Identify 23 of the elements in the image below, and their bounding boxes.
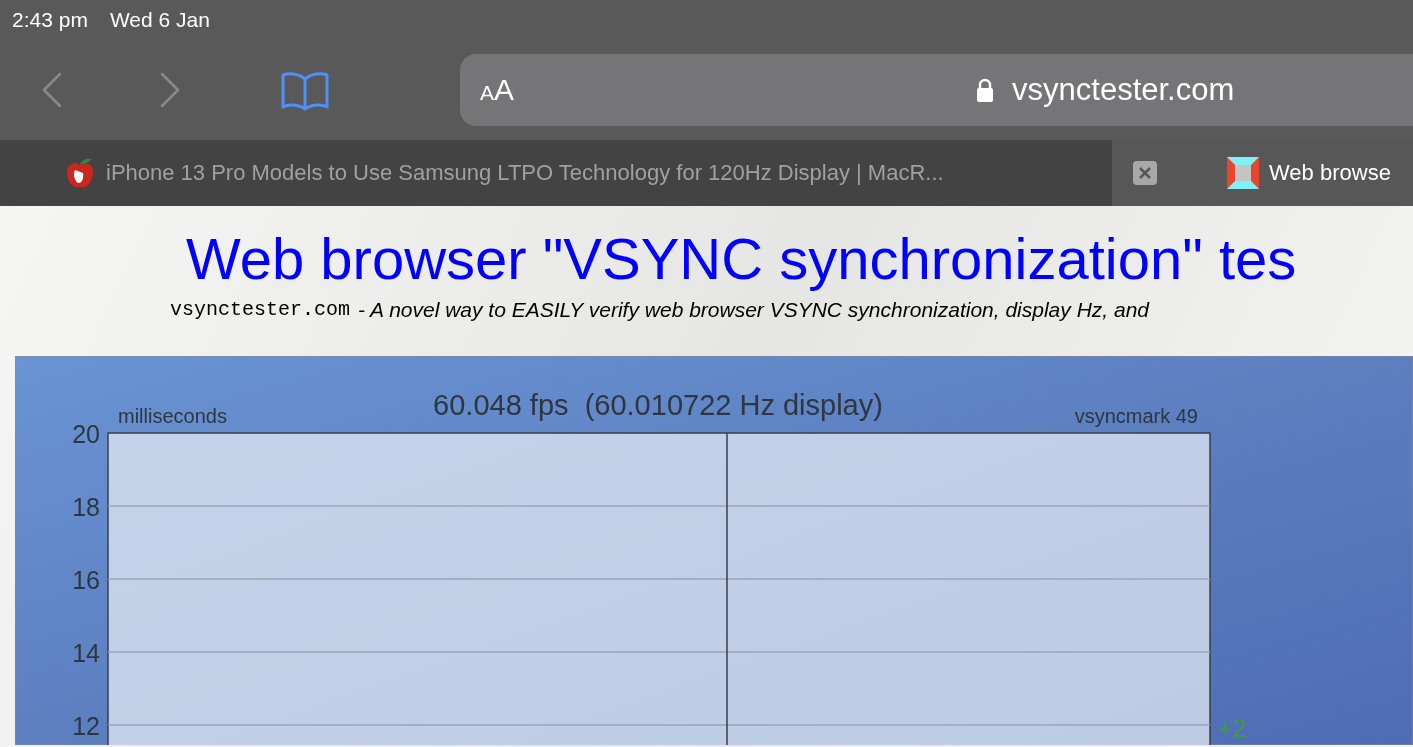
page-heading: Web browser "VSYNC synchronization" tes (185, 225, 1298, 292)
address-bar[interactable]: AA vsynctester.com (460, 54, 1413, 126)
browser-tab[interactable]: iPhone 13 Pro Models to Use Samsung LTPO Technology for 120Hz Display | MacR... (0, 140, 1112, 206)
axis-tick-label: 14 (72, 639, 100, 667)
tagline: - A novel way to EASILY verify web browser VSYNC synchronization, display Hz, and (358, 298, 1149, 322)
site-domain: vsynctester.com (170, 298, 351, 322)
axis-tick-label: 18 (72, 493, 100, 521)
status-date: Wed 6 Jan (109, 8, 210, 32)
offset-label: +2 (1218, 714, 1247, 742)
axis-tick-label: 20 (72, 420, 100, 448)
reader-button[interactable]: AA (460, 73, 515, 107)
axis-tick-label: 12 (72, 712, 100, 740)
axis-tick-label: 16 (72, 566, 100, 594)
status-time: 2:43 pm (12, 8, 88, 32)
axis-unit-label: milliseconds (118, 405, 227, 427)
vsyncmark-label: vsyncmark 49 (1074, 405, 1198, 427)
close-icon[interactable] (1133, 161, 1157, 185)
site-favicon (1227, 157, 1259, 189)
url-text: vsynctester.com (1012, 72, 1235, 108)
bookmarks-icon[interactable] (280, 69, 330, 111)
lock-icon (976, 77, 995, 103)
apple-favicon (64, 156, 96, 190)
chart-title: 60.048 fps (60.010722 Hz display) (433, 389, 883, 421)
